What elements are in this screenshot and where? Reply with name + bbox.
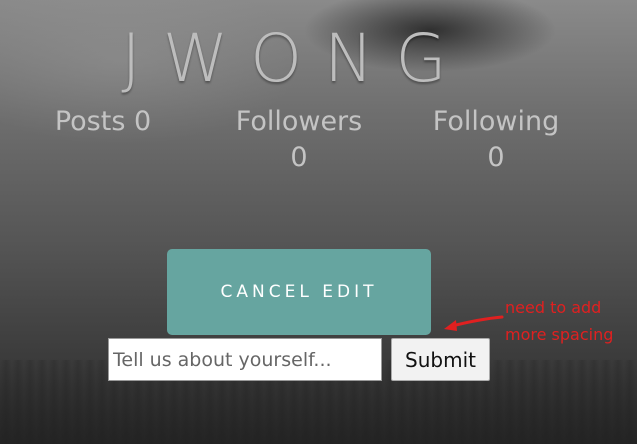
stat-following-value: 0 — [487, 142, 505, 173]
stat-following-label: Following — [432, 106, 560, 137]
submit-button[interactable]: Submit — [391, 338, 490, 381]
annotation-line-1: need to add — [505, 298, 602, 317]
profile-username: JWONG — [121, 20, 469, 97]
stat-followers: Followers 0 — [222, 104, 376, 176]
bio-input[interactable] — [108, 338, 382, 381]
stat-posts: Posts 0 — [44, 104, 162, 140]
stat-followers-label: Followers — [235, 106, 363, 137]
annotation-note: need to add more spacing — [505, 294, 637, 348]
stat-posts-label: Posts — [54, 106, 126, 137]
stat-following: Following 0 — [418, 104, 574, 176]
cancel-edit-button[interactable]: CANCEL EDIT — [167, 249, 431, 335]
annotation-arrow-icon — [444, 315, 504, 331]
stat-posts-value: 0 — [133, 106, 152, 137]
annotation-line-2: more spacing — [505, 325, 614, 344]
stat-followers-value: 0 — [290, 142, 308, 173]
